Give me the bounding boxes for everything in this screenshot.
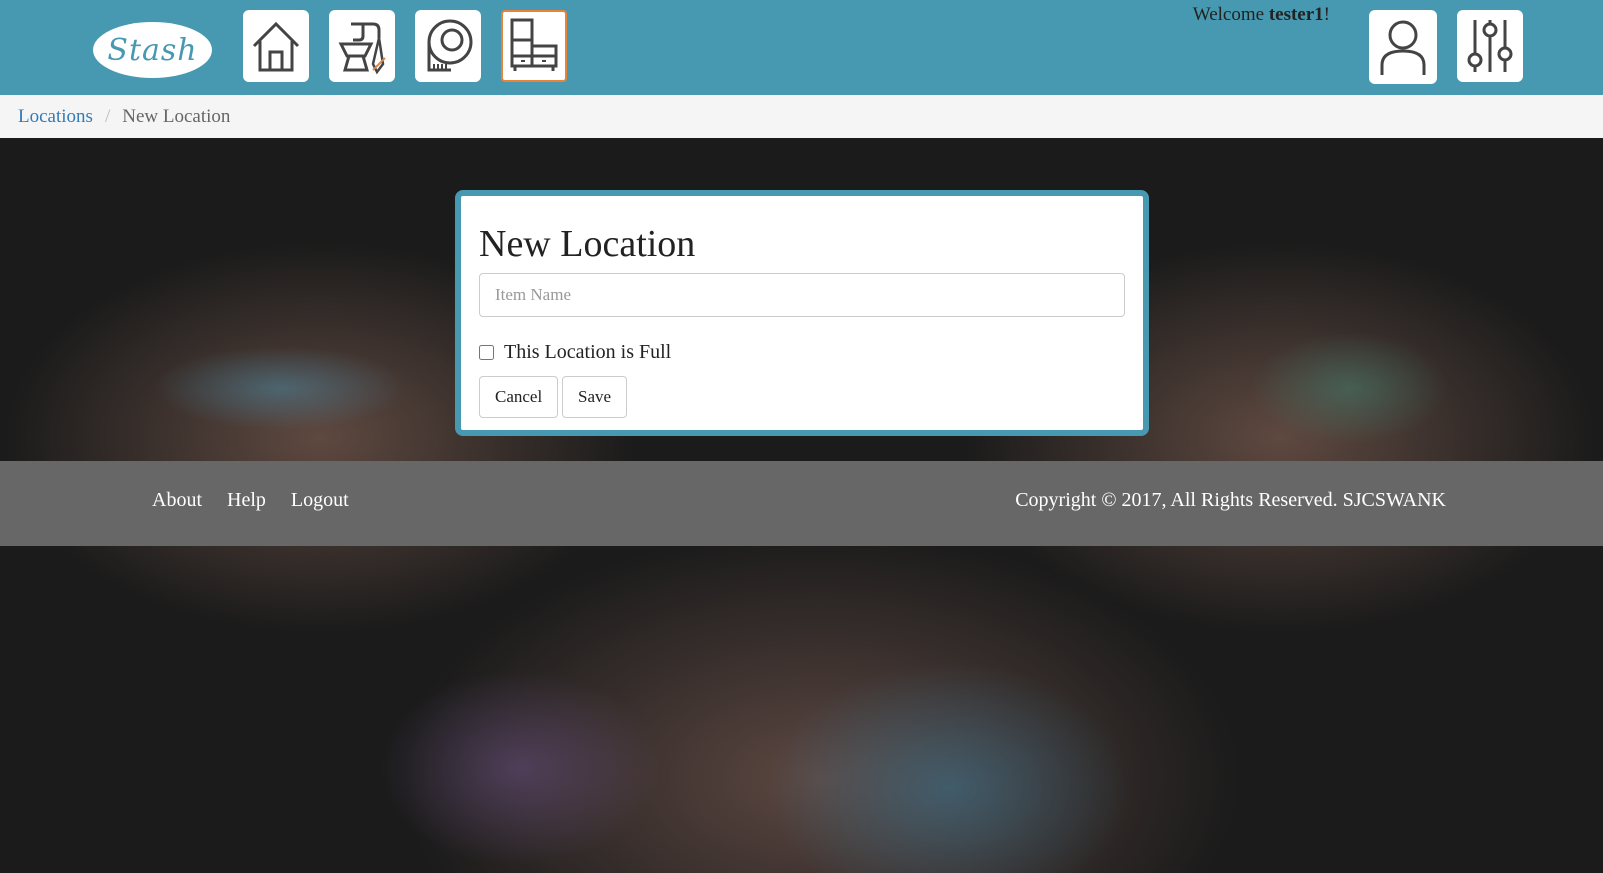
save-button[interactable]: Save (562, 376, 628, 418)
cancel-button[interactable]: Cancel (479, 376, 559, 418)
user-icon (1380, 20, 1426, 75)
footer: About Help Logout Copyright © 2017, All … (0, 461, 1603, 546)
breadcrumb-current: New Location (122, 105, 231, 127)
breadcrumb-locations-link[interactable]: Locations (18, 106, 93, 128)
item-name-input[interactable] (479, 273, 1125, 317)
footer-about-link[interactable]: About (152, 489, 202, 512)
page-title: New Location (479, 223, 696, 265)
nav-locations-button[interactable] (501, 10, 567, 82)
logo[interactable]: Stash (93, 22, 212, 78)
breadcrumb-separator: / (104, 105, 111, 127)
new-location-card: New Location This Location is Full Cance… (455, 190, 1149, 436)
pattern-tape-icon (427, 19, 473, 72)
nav-patterns-button[interactable] (415, 10, 481, 82)
footer-links: About Help Logout (152, 489, 349, 512)
sewing-machine-icon (338, 22, 386, 75)
copyright-text: Copyright © 2017, All Rights Reserved. S… (1015, 489, 1446, 511)
house-icon (252, 21, 300, 72)
username: tester1 (1268, 4, 1324, 25)
top-navbar: Stash Welcome tester1! (0, 0, 1603, 95)
location-full-label: This Location is Full (504, 341, 672, 363)
welcome-message: Welcome tester1! (1192, 4, 1330, 25)
footer-help-link[interactable]: Help (227, 489, 266, 512)
location-full-checkbox[interactable] (479, 345, 494, 360)
profile-button[interactable] (1369, 10, 1437, 84)
location-full-checkbox-row[interactable]: This Location is Full (479, 341, 671, 364)
dresser-icon (510, 18, 558, 71)
nav-home-button[interactable] (243, 10, 309, 82)
sliders-icon (1467, 20, 1513, 72)
settings-button[interactable] (1457, 10, 1523, 82)
nav-sewing-button[interactable] (329, 10, 395, 82)
footer-logout-link[interactable]: Logout (291, 489, 349, 512)
breadcrumb: Locations / New Location (0, 95, 1603, 138)
